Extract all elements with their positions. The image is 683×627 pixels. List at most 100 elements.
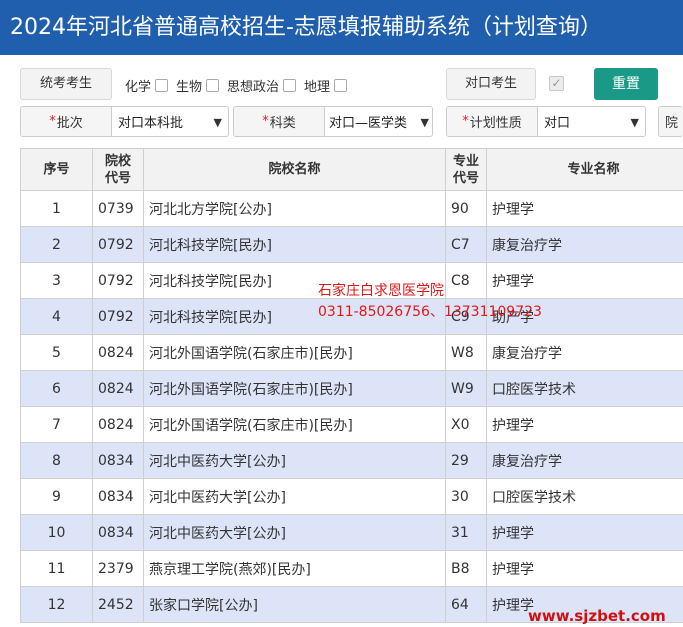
category-value[interactable]: 对口—医学类 ▼ [325,107,432,136]
header-major-code-line1: 专业 [452,153,479,169]
chevron-down-icon: ▼ [213,116,222,129]
cell-major-code: 29 [445,442,487,479]
cell-major-code: 90 [445,190,487,227]
batch-value-text: 对口本科批 [118,116,184,131]
cell-school-name: 河北中医药大学[公办] [143,478,446,515]
cell-index: 12 [20,586,93,623]
subject-label-geography: 地理 [304,79,331,95]
header-major-code-line2: 代号 [452,170,479,186]
table-row: 10 0834 河北中医药大学[公办] 31 护理学 [20,514,683,551]
cell-school-code: 0824 [92,370,144,407]
subject-label-biology: 生物 [176,79,203,95]
cell-major-code: W8 [445,334,487,371]
cell-school-name: 河北中医药大学[公办] [143,442,446,479]
cell-index: 1 [20,190,93,227]
cell-index: 8 [20,442,93,479]
plan-nature-value[interactable]: 对口 ▼ [538,107,645,136]
cell-school-code: 0824 [92,406,144,443]
chemistry-checkbox[interactable] [155,78,169,92]
batch-label: * 批次 [21,107,112,136]
subject-label-chemistry: 化学 [125,79,152,95]
reset-button[interactable]: 重置 [594,68,658,100]
subject-checkboxes: 化学 生物 思想政治 地理 [125,75,355,95]
overlay-school-name: 石家庄白求恩医学院 [318,283,444,299]
cell-major-name: 护理学 [486,406,683,443]
biology-checkbox[interactable] [206,78,220,92]
cell-school-code: 2379 [92,550,144,587]
table-row: 8 0834 河北中医药大学[公办] 29 康复治疗学 [20,442,683,479]
contact-overlay: 石家庄白求恩医学院 0311-85026756、13731109723 [318,281,542,323]
subject-label-politics: 思想政治 [227,79,280,95]
table-row: 1 0739 河北北方学院[公办] 90 护理学 [20,190,683,227]
batch-label-text: 批次 [56,116,83,131]
required-mark: * [262,114,269,129]
header-school-name: 院校名称 [143,148,446,191]
page-title: 2024年河北省普通高校招生-志愿填报辅助系统（计划查询） [0,0,683,55]
plan-nature-label-text: 计划性质 [469,116,522,131]
cell-school-code: 0834 [92,514,144,551]
cell-major-code: X0 [445,406,487,443]
cell-school-name: 河北中医药大学[公办] [143,514,446,551]
cell-school-code: 2452 [92,586,144,623]
chevron-down-icon: ▼ [420,116,429,129]
politics-checkbox[interactable] [283,78,297,92]
cell-index: 6 [20,370,93,407]
cell-school-code: 0834 [92,478,144,515]
cell-school-name: 燕京理工学院(燕郊)[民办] [143,550,446,587]
plan-nature-value-text: 对口 [544,116,571,131]
cell-index: 11 [20,550,93,587]
duikou-checkbox: ✓ [549,76,564,91]
header-school-code-line1: 院校 [104,153,131,169]
school-label: 院 [659,107,683,136]
cell-school-code: 0792 [92,262,144,299]
cell-major-name: 护理学 [486,190,683,227]
plan-nature-select[interactable]: * 计划性质 对口 ▼ [446,106,646,137]
cell-major-name: 护理学 [486,550,683,587]
table-row: 7 0824 河北外国语学院(石家庄市)[民办] X0 护理学 [20,406,683,443]
table-row: 9 0834 河北中医药大学[公办] 30 口腔医学技术 [20,478,683,515]
cell-major-code: 30 [445,478,487,515]
cell-school-code: 0792 [92,298,144,335]
table-row: 11 2379 燕京理工学院(燕郊)[民办] B8 护理学 [20,550,683,587]
site-watermark: www.sjzbet.com [528,607,666,625]
table-header-row: 序号 院校 代号 院校名称 专业 代号 专业名称 [20,148,683,191]
required-mark: * [49,114,56,129]
cell-major-name: 口腔医学技术 [486,370,683,407]
category-select[interactable]: * 科类 对口—医学类 ▼ [233,106,433,137]
overlay-phone: 0311-85026756、13731109723 [318,304,542,320]
cell-major-name: 口腔医学技术 [486,478,683,515]
check-icon: ✓ [551,76,562,90]
plan-table: 序号 院校 代号 院校名称 专业 代号 专业名称 1 0739 河北北方学院[公… [20,148,683,623]
cell-school-name: 河北外国语学院(石家庄市)[民办] [143,334,446,371]
geography-checkbox[interactable] [334,78,348,92]
cell-index: 4 [20,298,93,335]
cell-school-name: 河北外国语学院(石家庄市)[民办] [143,406,446,443]
header-major-code: 专业 代号 [445,148,487,191]
cell-major-code: W9 [445,370,487,407]
category-label-text: 科类 [269,116,296,131]
header-index: 序号 [20,148,93,191]
cell-index: 7 [20,406,93,443]
cell-index: 9 [20,478,93,515]
cell-school-name: 河北外国语学院(石家庄市)[民办] [143,370,446,407]
cell-major-name: 康复治疗学 [486,442,683,479]
table-row: 2 0792 河北科技学院[民办] C7 康复治疗学 [20,226,683,263]
cell-school-code: 0739 [92,190,144,227]
cell-major-code: C7 [445,226,487,263]
chevron-down-icon: ▼ [630,116,639,129]
table-row: 6 0824 河北外国语学院(石家庄市)[民办] W9 口腔医学技术 [20,370,683,407]
plan-nature-label: * 计划性质 [447,107,538,136]
cell-major-name: 康复治疗学 [486,334,683,371]
school-select[interactable]: 院 [658,106,683,137]
header-school-code: 院校 代号 [92,148,144,191]
cell-major-code: 31 [445,514,487,551]
header-school-code-line2: 代号 [104,170,131,186]
batch-value[interactable]: 对口本科批 ▼ [112,107,228,136]
batch-select[interactable]: * 批次 对口本科批 ▼ [20,106,229,137]
duikou-button[interactable]: 对口考生 [446,68,536,100]
cell-major-code: 64 [445,586,487,623]
cell-school-name: 张家口学院[公办] [143,586,446,623]
school-label-text: 院 [665,116,679,131]
cell-major-name: 康复治疗学 [486,226,683,263]
tongkao-button[interactable]: 统考考生 [20,68,112,100]
